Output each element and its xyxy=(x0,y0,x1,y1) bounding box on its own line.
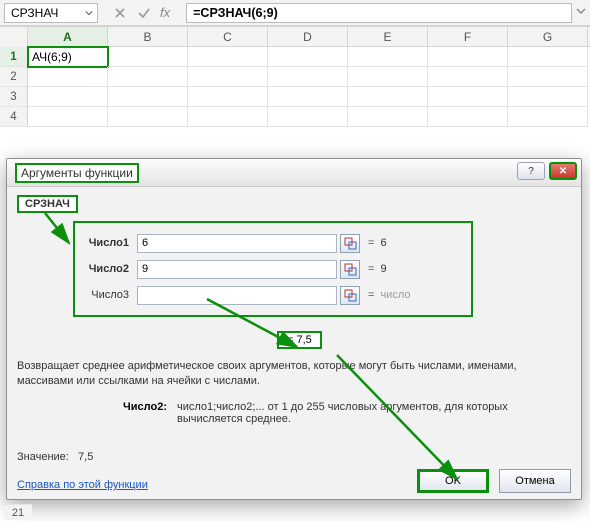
column-header[interactable]: D xyxy=(268,27,348,47)
dialog-title: Аргументы функции xyxy=(15,163,139,183)
dialog-help-button[interactable]: ? xyxy=(517,162,545,180)
formula-bar: СРЗНАЧ fx =СРЗНАЧ(6;9) xyxy=(0,0,590,26)
arg-input-3[interactable] xyxy=(137,286,337,305)
value-line: Значение: 7,5 xyxy=(17,451,93,463)
column-header[interactable]: C xyxy=(188,27,268,47)
name-box[interactable]: СРЗНАЧ xyxy=(4,3,98,23)
cell[interactable] xyxy=(28,67,108,87)
formula-input[interactable]: =СРЗНАЧ(6;9) xyxy=(186,3,572,23)
cell[interactable] xyxy=(508,87,588,107)
cell[interactable] xyxy=(348,47,428,67)
formula-text: =СРЗНАЧ(6;9) xyxy=(193,6,278,20)
arg-help-text: число1;число2;... от 1 до 255 числовых а… xyxy=(177,401,571,425)
range-select-icon[interactable] xyxy=(340,260,360,279)
row-header[interactable]: 4 xyxy=(0,107,27,127)
cell[interactable] xyxy=(428,47,508,67)
function-name-label: СРЗНАЧ xyxy=(17,195,78,213)
formula-result-line: = 7,5 xyxy=(277,331,571,349)
column-headers: A B C D E F G xyxy=(0,27,590,47)
column-header[interactable]: E xyxy=(348,27,428,47)
cancel-formula-icon[interactable] xyxy=(112,5,128,21)
arg-help-label: Число2: xyxy=(17,401,177,425)
arguments-group: Число1 = 6 Число2 = 9 Число3 = число xyxy=(73,221,473,317)
fx-icon[interactable]: fx xyxy=(160,5,176,20)
cell[interactable] xyxy=(188,87,268,107)
spreadsheet-grid: A B C D E F G 1 2 3 4 АЧ(6;9) xyxy=(0,26,590,127)
cell[interactable] xyxy=(268,47,348,67)
cell[interactable] xyxy=(348,67,428,87)
row-headers: 1 2 3 4 xyxy=(0,47,28,127)
close-icon[interactable]: ✕ xyxy=(549,162,577,180)
arg-result: 6 xyxy=(380,237,386,249)
cell[interactable] xyxy=(268,67,348,87)
argument-row: Число2 = 9 xyxy=(79,257,465,281)
cell[interactable] xyxy=(188,107,268,127)
arg-label: Число3 xyxy=(79,289,137,301)
arg-label: Число1 xyxy=(79,237,137,249)
equals-sign: = xyxy=(368,263,374,275)
row-header[interactable]: 1 xyxy=(0,47,27,67)
row-header[interactable]: 2 xyxy=(0,67,27,87)
column-header[interactable]: A xyxy=(28,27,108,47)
cell[interactable] xyxy=(28,87,108,107)
cell[interactable] xyxy=(508,67,588,87)
dialog-body: СРЗНАЧ Число1 = 6 Число2 = 9 Число3 = xyxy=(7,187,581,499)
cell[interactable] xyxy=(348,87,428,107)
row-header[interactable]: 21 xyxy=(4,504,32,520)
formula-bar-buttons: fx xyxy=(102,5,186,21)
formula-result-box: = 7,5 xyxy=(277,331,322,349)
range-select-icon[interactable] xyxy=(340,286,360,305)
cell[interactable] xyxy=(268,107,348,127)
arg-input-1[interactable] xyxy=(137,234,337,253)
function-description: Возвращает среднее арифметическое своих … xyxy=(17,359,571,389)
name-box-value: СРЗНАЧ xyxy=(11,6,58,20)
cell[interactable] xyxy=(508,47,588,67)
arg-result: 9 xyxy=(380,263,386,275)
cell[interactable] xyxy=(108,67,188,87)
cell[interactable] xyxy=(428,107,508,127)
row-header[interactable]: 3 xyxy=(0,87,27,107)
cancel-button[interactable]: Отмена xyxy=(499,469,571,493)
help-link[interactable]: Справка по этой функции xyxy=(17,479,148,491)
expand-formula-bar-icon[interactable] xyxy=(572,6,590,19)
argument-row: Число3 = число xyxy=(79,283,465,307)
dialog-titlebar[interactable]: Аргументы функции ? ✕ xyxy=(7,159,581,187)
arg-result: число xyxy=(380,289,410,301)
ok-button[interactable]: OK xyxy=(417,469,489,493)
accept-formula-icon[interactable] xyxy=(136,5,152,21)
column-header[interactable]: G xyxy=(508,27,588,47)
cell[interactable] xyxy=(428,87,508,107)
function-arguments-dialog: Аргументы функции ? ✕ СРЗНАЧ Число1 = 6 … xyxy=(6,158,582,500)
range-select-icon[interactable] xyxy=(340,234,360,253)
column-header[interactable]: B xyxy=(108,27,188,47)
cell[interactable] xyxy=(188,47,268,67)
cell[interactable] xyxy=(108,87,188,107)
argument-help: Число2: число1;число2;... от 1 до 255 чи… xyxy=(17,401,571,425)
cell[interactable] xyxy=(108,47,188,67)
arg-input-2[interactable] xyxy=(137,260,337,279)
cell[interactable] xyxy=(348,107,428,127)
cells-area[interactable]: АЧ(6;9) xyxy=(28,47,590,127)
cell[interactable] xyxy=(188,67,268,87)
select-all-corner[interactable] xyxy=(0,27,28,47)
cell[interactable] xyxy=(428,67,508,87)
arg-label: Число2 xyxy=(79,263,137,275)
chevron-down-icon[interactable] xyxy=(83,7,95,19)
cell[interactable] xyxy=(28,107,108,127)
dialog-buttons: OK Отмена xyxy=(417,469,571,493)
cell[interactable] xyxy=(508,107,588,127)
cell[interactable] xyxy=(108,107,188,127)
equals-sign: = xyxy=(368,289,374,301)
column-header[interactable]: F xyxy=(428,27,508,47)
equals-sign: = xyxy=(368,237,374,249)
cell[interactable] xyxy=(268,87,348,107)
argument-row: Число1 = 6 xyxy=(79,231,465,255)
cell-a1[interactable]: АЧ(6;9) xyxy=(28,47,108,67)
